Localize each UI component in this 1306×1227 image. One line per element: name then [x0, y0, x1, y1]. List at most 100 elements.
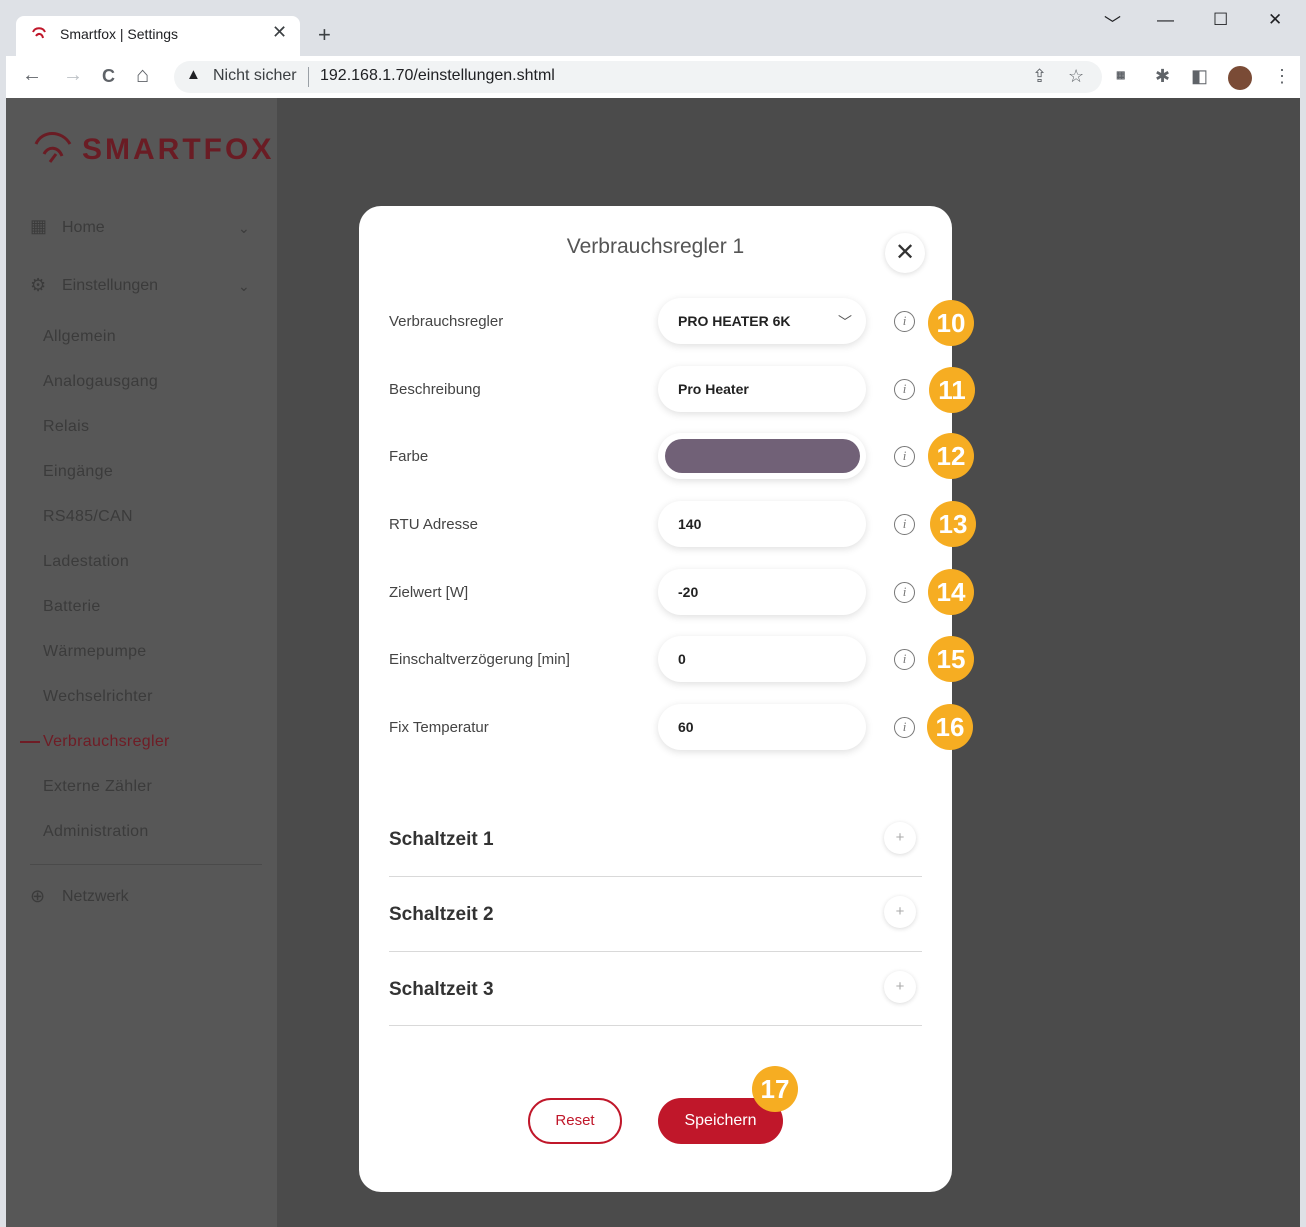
info-icon[interactable]: i [894, 649, 915, 670]
warning-icon[interactable]: ▲ [186, 66, 201, 83]
info-icon[interactable]: i [894, 717, 915, 738]
grid-icon: ▦ [30, 216, 48, 236]
input-value: 60 [678, 719, 694, 735]
schaltzeit-3-title[interactable]: Schaltzeit 3 [389, 979, 494, 1001]
active-indicator [20, 741, 40, 743]
tab-search-icon[interactable]: ﹀ [1104, 10, 1121, 35]
callout-badge: 14 [928, 569, 974, 615]
field-label: Fix Temperatur [389, 719, 489, 736]
gear-icon: ⚙ [30, 275, 47, 295]
sidebar-item-settings[interactable]: Einstellungen [62, 277, 158, 295]
field-label: Zielwert [W] [389, 584, 469, 601]
sidebar-item-relais[interactable]: Relais [43, 418, 89, 436]
modal-title: Verbrauchsregler 1 [566, 235, 745, 258]
sidebar-item-home[interactable]: Home [62, 219, 105, 237]
globe-icon: ⊕ [30, 886, 46, 906]
tab-close-icon[interactable]: ✕ [272, 22, 287, 43]
star-icon[interactable]: ☆ [1068, 66, 1084, 87]
new-tab-button[interactable]: + [318, 22, 331, 48]
callout-badge: 16 [927, 704, 973, 750]
schaltzeit-2-title[interactable]: Schaltzeit 2 [389, 904, 494, 926]
chevron-down-icon[interactable]: ﹀ [838, 312, 852, 332]
sidebar-item-allgemein[interactable]: Allgemein [43, 328, 116, 346]
sidebar-item-eingaenge[interactable]: Eingänge [43, 463, 113, 481]
profile-avatar[interactable] [1228, 66, 1252, 90]
sidebar [6, 98, 277, 1227]
tab-title: Smartfox | Settings [60, 26, 179, 42]
address-separator [308, 67, 309, 87]
field-label: Farbe [389, 448, 429, 465]
expand-schaltzeit-3-button[interactable]: + [884, 971, 916, 1003]
divider [389, 951, 922, 952]
reset-button[interactable]: Reset [528, 1098, 622, 1144]
fix-temperature-input[interactable]: 60 [658, 704, 866, 750]
sidebar-item-verbrauchsregler[interactable]: Verbrauchsregler [43, 733, 170, 751]
color-swatch[interactable] [665, 439, 860, 473]
window-frame-right [1300, 0, 1306, 1227]
share-icon[interactable]: ⇪ [1032, 66, 1047, 87]
minimize-icon[interactable]: — [1157, 10, 1174, 30]
window-close-icon[interactable]: ✕ [1268, 10, 1282, 30]
back-icon[interactable]: ← [22, 64, 42, 87]
expand-schaltzeit-2-button[interactable]: + [884, 896, 916, 928]
consumer-controller-select[interactable]: PRO HEATER 6K [658, 298, 866, 344]
switch-on-delay-input[interactable]: 0 [658, 636, 866, 682]
description-input[interactable]: Pro Heater [658, 366, 866, 412]
info-icon[interactable]: i [894, 446, 915, 467]
divider [389, 876, 922, 877]
reload-icon[interactable]: C [102, 66, 115, 87]
callout-badge: 17 [752, 1066, 798, 1112]
sidebar-item-waermepumpe[interactable]: Wärmepumpe [43, 643, 146, 661]
sidebar-item-netzwerk[interactable]: Netzwerk [62, 888, 129, 906]
sidebar-divider [30, 864, 262, 865]
rtu-address-input[interactable]: 140 [658, 501, 866, 547]
smartfox-favicon-icon [32, 27, 46, 39]
field-label: RTU Adresse [389, 516, 478, 533]
callout-badge: 12 [928, 433, 974, 479]
callout-badge: 13 [930, 501, 976, 547]
input-value: Pro Heater [678, 381, 749, 397]
logo-text: SMARTFOX [82, 133, 275, 166]
input-value: -20 [678, 584, 699, 600]
puzzle-icon[interactable]: ✱ [1155, 66, 1170, 87]
home-icon[interactable]: ⌂ [136, 62, 149, 88]
field-label: Beschreibung [389, 381, 481, 398]
smartfox-logo-icon [34, 132, 72, 163]
callout-badge: 15 [928, 636, 974, 682]
sidepanel-icon[interactable]: ◧ [1191, 66, 1208, 87]
forward-icon[interactable]: → [63, 64, 83, 87]
sidebar-item-administration[interactable]: Administration [43, 823, 149, 841]
input-value: 140 [678, 516, 702, 532]
sidebar-item-analogausgang[interactable]: Analogausgang [43, 373, 158, 391]
security-status[interactable]: Nicht sicher [213, 67, 297, 85]
info-icon[interactable]: i [894, 582, 915, 603]
divider [389, 1025, 922, 1026]
info-icon[interactable]: i [894, 311, 915, 332]
schaltzeit-1-title[interactable]: Schaltzeit 1 [389, 829, 494, 851]
sidebar-item-ladestation[interactable]: Ladestation [43, 553, 129, 571]
modal-close-button[interactable]: ✕ [885, 233, 925, 273]
menu-icon[interactable]: ⋮ [1273, 66, 1291, 87]
target-value-input[interactable]: -20 [658, 569, 866, 615]
expand-schaltzeit-1-button[interactable]: + [884, 822, 916, 854]
callout-badge: 10 [928, 300, 974, 346]
info-icon[interactable]: i [894, 514, 915, 535]
chevron-down-icon[interactable]: ⌄ [238, 220, 250, 237]
sidebar-item-rs485-can[interactable]: RS485/CAN [43, 508, 133, 526]
new-extension-icon[interactable]: ▦ [1116, 70, 1125, 81]
address-bar[interactable] [174, 61, 1102, 93]
url-text[interactable]: 192.168.1.70/einstellungen.shtml [320, 67, 555, 85]
callout-badge: 11 [929, 367, 975, 413]
maximize-icon[interactable]: ☐ [1213, 10, 1228, 30]
select-value: PRO HEATER 6K [678, 313, 791, 329]
input-value: 0 [678, 651, 686, 667]
sidebar-item-batterie[interactable]: Batterie [43, 598, 101, 616]
chevron-down-icon[interactable]: ⌄ [238, 278, 250, 295]
sidebar-item-externe-zaehler[interactable]: Externe Zähler [43, 778, 152, 796]
settings-modal [359, 206, 952, 1192]
sidebar-item-wechselrichter[interactable]: Wechselrichter [43, 688, 153, 706]
field-label: Verbrauchsregler [389, 313, 504, 330]
field-label: Einschaltverzögerung [min] [389, 651, 570, 668]
close-icon: ✕ [894, 239, 916, 266]
info-icon[interactable]: i [894, 379, 915, 400]
